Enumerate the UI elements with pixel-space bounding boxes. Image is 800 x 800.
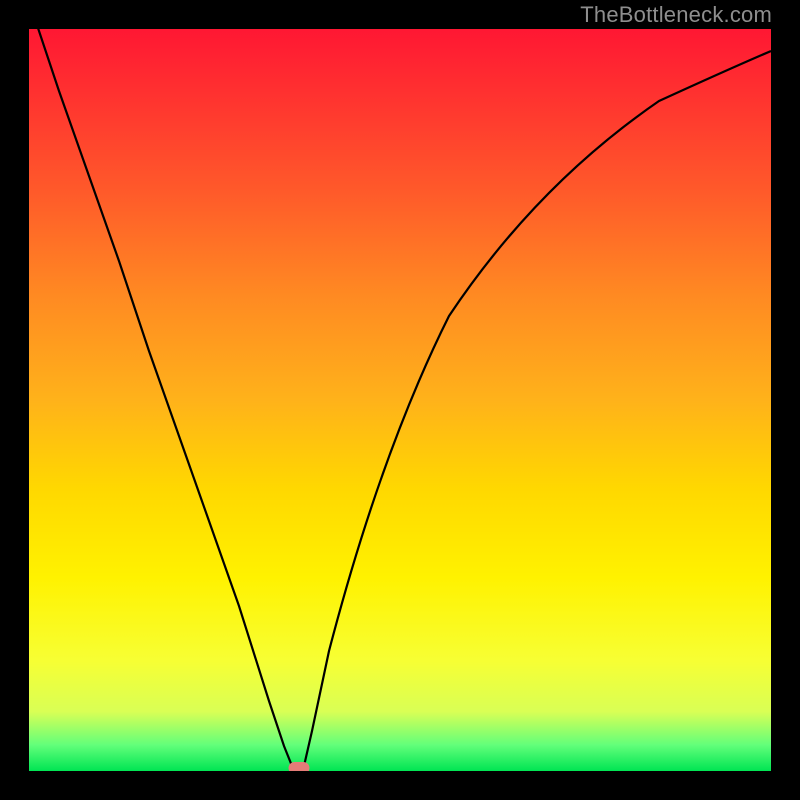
curve-svg xyxy=(29,29,771,771)
watermark-text: TheBottleneck.com xyxy=(580,2,772,28)
minimum-marker xyxy=(289,762,310,771)
bottleneck-curve xyxy=(29,29,771,771)
chart-frame: TheBottleneck.com xyxy=(0,0,800,800)
plot-area xyxy=(29,29,771,771)
